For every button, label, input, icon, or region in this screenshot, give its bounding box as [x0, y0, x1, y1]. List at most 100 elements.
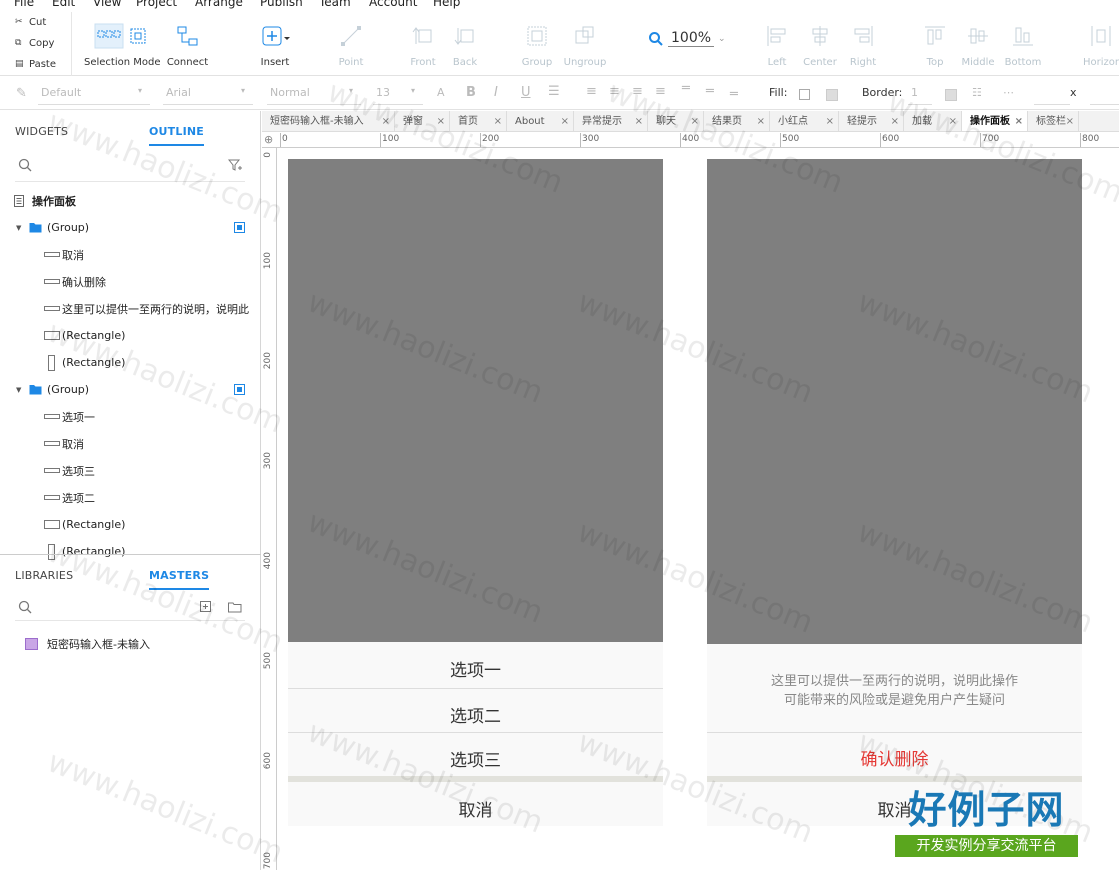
filter-icon[interactable]	[228, 158, 244, 172]
close-tab-icon[interactable]: ×	[891, 111, 899, 131]
masters-search[interactable]	[15, 593, 245, 621]
doc-tab[interactable]: 加载 ×	[904, 111, 962, 131]
fill-color-swatch[interactable]	[799, 89, 810, 100]
expand-triangle-icon[interactable]: ▼	[16, 224, 21, 232]
ungroup-button[interactable]: Ungroup	[563, 22, 607, 68]
close-tab-icon[interactable]: ×	[691, 111, 699, 131]
option-1[interactable]: 选项一	[288, 656, 663, 681]
menu-arrange[interactable]: Arrange	[195, 0, 243, 9]
doc-tab[interactable]: 短密码输入框-未输入 ×	[262, 111, 395, 131]
align-left-button[interactable]: Left	[760, 22, 794, 68]
doc-tab[interactable]: 小红点 ×	[770, 111, 839, 131]
outline-group[interactable]: ▼ (Group)	[0, 214, 261, 241]
border-pattern-icon[interactable]: ⋯	[1003, 86, 1014, 99]
option-2[interactable]: 选项二	[288, 702, 663, 727]
underline-icon[interactable]: U	[521, 85, 531, 100]
valign-top-icon[interactable]: ═	[682, 81, 690, 96]
copy-button[interactable]: ⧉ Copy	[15, 38, 54, 49]
outline-group[interactable]: ▼ (Group)	[0, 376, 261, 403]
align-bottom-button[interactable]: Bottom	[1003, 22, 1043, 68]
menu-publish[interactable]: Publish	[260, 0, 303, 9]
expand-triangle-icon[interactable]: ▼	[16, 386, 21, 394]
valign-bottom-icon[interactable]: ═	[730, 87, 738, 102]
align-top-button[interactable]: Top	[918, 22, 952, 68]
insert-button[interactable]: Insert	[255, 22, 295, 68]
menu-file[interactable]: File	[14, 0, 34, 9]
paste-button[interactable]: ▤ Paste	[15, 59, 56, 70]
outline-widget[interactable]: 选项一	[0, 403, 261, 430]
fill-shadow-swatch[interactable]	[826, 89, 838, 101]
doc-tab[interactable]: 弹窗 ×	[395, 111, 450, 131]
menu-project[interactable]: Project	[136, 0, 177, 9]
outline-widget[interactable]: 选项二	[0, 484, 261, 511]
tab-outline[interactable]: OUTLINE	[149, 125, 205, 146]
align-text-right-icon[interactable]: ≡	[632, 84, 643, 99]
doc-tab[interactable]: 轻提示 ×	[839, 111, 904, 131]
border-color-swatch[interactable]	[945, 89, 957, 101]
doc-tab[interactable]: 异常提示 ×	[574, 111, 648, 131]
tab-masters[interactable]: MASTERS	[149, 569, 210, 590]
outline-widget[interactable]: 取消	[0, 241, 261, 268]
bold-icon[interactable]: B	[466, 85, 476, 100]
outline-widget[interactable]: 选项三	[0, 457, 261, 484]
close-tab-icon[interactable]: ×	[437, 111, 445, 131]
border-width-input[interactable]: 1	[908, 83, 932, 105]
outline-page-title[interactable]: 操作面板	[0, 187, 261, 214]
add-master-icon[interactable]	[200, 601, 212, 613]
cancel-button-left[interactable]: 取消	[288, 796, 663, 821]
option-3[interactable]: 选项三	[288, 746, 663, 771]
align-text-justify-icon[interactable]: ≡	[655, 84, 666, 99]
close-tab-icon[interactable]: ×	[757, 111, 765, 131]
doc-tab[interactable]: 聊天 ×	[648, 111, 704, 131]
style-dropdown[interactable]: Default ▾	[38, 83, 150, 105]
visibility-checkbox[interactable]	[234, 384, 245, 395]
close-tab-icon[interactable]: ×	[561, 111, 569, 131]
font-dropdown[interactable]: Arial ▾	[163, 83, 253, 105]
zoom-control[interactable]: 100% ⌄	[648, 30, 726, 47]
border-style-icon[interactable]: ☷	[972, 86, 982, 99]
outline-widget[interactable]: (Rectangle)	[0, 322, 261, 349]
confirm-delete-button[interactable]: 确认删除	[707, 745, 1082, 770]
close-tab-icon[interactable]: ×	[382, 111, 390, 131]
font-weight-dropdown[interactable]: Normal ▾	[267, 83, 361, 105]
point-button[interactable]: Point	[333, 22, 369, 68]
distribute-horizontal-button[interactable]: Horizon	[1083, 22, 1119, 68]
doc-tab[interactable]: 结果页 ×	[704, 111, 770, 131]
mask-overlay-right[interactable]	[707, 159, 1082, 644]
align-center-button[interactable]: Center	[800, 22, 840, 68]
close-tab-icon[interactable]: ×	[826, 111, 834, 131]
doc-tab[interactable]: 首页 ×	[450, 111, 507, 131]
y-position-input[interactable]	[1090, 83, 1119, 105]
front-button[interactable]: Front	[404, 22, 442, 68]
group-button[interactable]: Group	[518, 22, 556, 68]
italic-icon[interactable]: I	[494, 85, 498, 100]
back-button[interactable]: Back	[446, 22, 484, 68]
outline-widget[interactable]: 这里可以提供一至两行的说明，说明此	[0, 295, 261, 322]
cut-button[interactable]: ✂ Cut	[15, 17, 46, 28]
doc-tab[interactable]: 操作面板 ×	[962, 111, 1028, 131]
tab-widgets[interactable]: WIDGETS	[15, 125, 68, 138]
bullet-list-icon[interactable]: ☰	[548, 84, 560, 99]
visibility-checkbox[interactable]	[234, 222, 245, 233]
outline-search[interactable]	[15, 154, 245, 182]
outline-widget[interactable]: (Rectangle)	[0, 511, 261, 538]
add-folder-icon[interactable]	[228, 601, 242, 613]
doc-tab[interactable]: About ×	[507, 111, 574, 131]
close-tab-icon[interactable]: ×	[635, 111, 643, 131]
tab-libraries[interactable]: LIBRARIES	[15, 569, 73, 582]
menu-edit[interactable]: Edit	[52, 0, 75, 9]
outline-widget[interactable]: 取消	[0, 430, 261, 457]
x-position-input[interactable]	[1034, 83, 1070, 105]
align-text-center-icon[interactable]: ≡	[609, 84, 620, 99]
menu-view[interactable]: View	[93, 0, 121, 9]
align-middle-button[interactable]: Middle	[959, 22, 997, 68]
align-right-button[interactable]: Right	[845, 22, 881, 68]
menu-help[interactable]: Help	[433, 0, 460, 9]
outline-widget[interactable]: 确认删除	[0, 268, 261, 295]
close-tab-icon[interactable]: ×	[1015, 111, 1023, 131]
close-tab-icon[interactable]: ×	[1066, 111, 1074, 131]
close-tab-icon[interactable]: ×	[494, 111, 502, 131]
align-text-left-icon[interactable]: ≡	[586, 84, 597, 99]
doc-tab[interactable]: 标签栏 ×	[1028, 111, 1079, 131]
design-canvas[interactable]: 选项一 选项二 选项三 取消 这里可以提供一至两行的说明，说明此操作 可能带来的…	[278, 149, 1119, 870]
